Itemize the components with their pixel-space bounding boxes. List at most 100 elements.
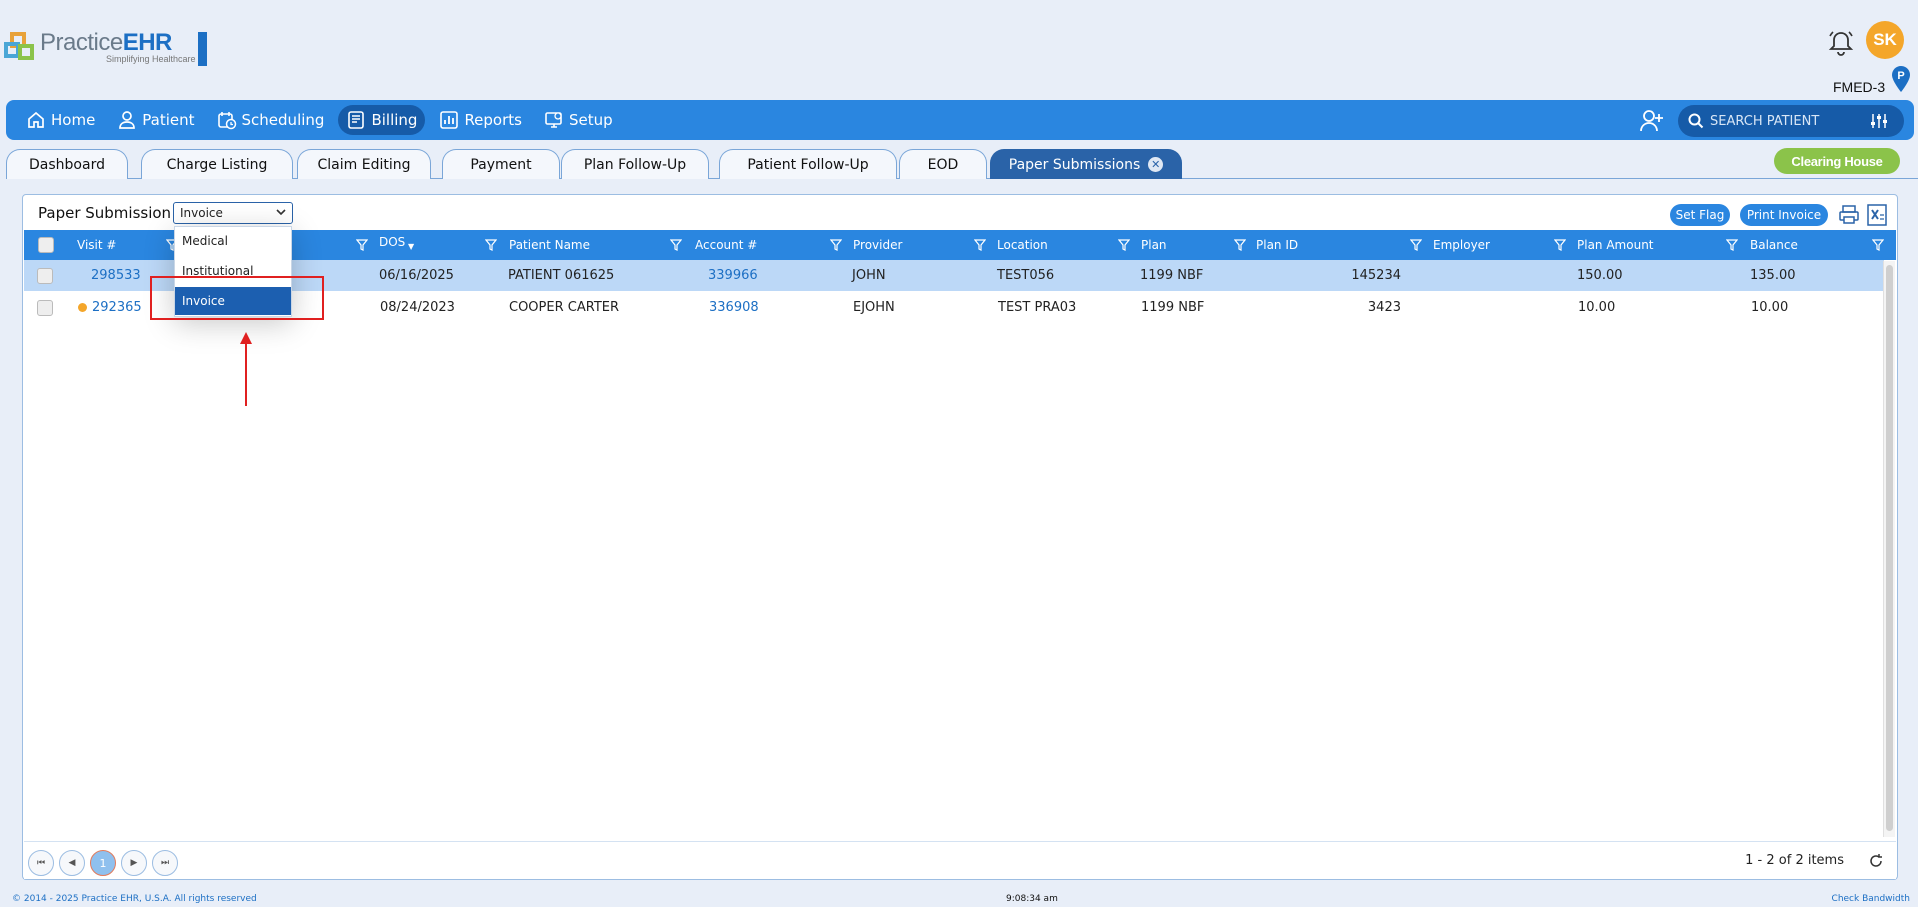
account-link[interactable]: 339966 xyxy=(708,260,758,291)
col-location[interactable]: Location xyxy=(997,230,1048,260)
set-flag-button[interactable]: Set Flag xyxy=(1670,204,1730,226)
balance-cell: 135.00 xyxy=(1750,268,1796,283)
patient-name-cell: COOPER CARTER xyxy=(509,300,620,315)
balance-cell: 10.00 xyxy=(1751,300,1789,315)
excel-export-icon[interactable] xyxy=(1865,203,1889,227)
scrollbar-thumb[interactable] xyxy=(1886,265,1893,831)
tab-patient-follow-up[interactable]: Patient Follow-Up xyxy=(719,149,897,179)
tab-payment[interactable]: Payment xyxy=(442,149,560,179)
nav-scheduling[interactable]: Scheduling xyxy=(209,105,333,135)
close-tab-icon[interactable]: ✕ xyxy=(1148,157,1164,172)
nav-home-label: Home xyxy=(51,111,96,129)
account-link[interactable]: 336908 xyxy=(709,292,759,323)
add-user-icon[interactable] xyxy=(1638,107,1666,135)
nav-setup[interactable]: Setup xyxy=(536,105,621,135)
brand-name-bold: EHR xyxy=(122,29,173,56)
filter-icon[interactable] xyxy=(356,239,368,251)
row-checkbox[interactable] xyxy=(37,300,53,316)
notification-bell-icon[interactable] xyxy=(1826,28,1856,58)
filter-icon[interactable] xyxy=(974,239,986,251)
form-type-value: Invoice xyxy=(180,206,223,220)
col-balance[interactable]: Balance xyxy=(1750,230,1798,260)
search-patient-input[interactable] xyxy=(1710,113,1870,129)
tab-dashboard[interactable]: Dashboard xyxy=(6,149,128,179)
pager-info: 1 - 2 of 2 items xyxy=(1745,853,1844,868)
clock-text: 9:08:34 am xyxy=(1006,894,1058,904)
location-pin-icon[interactable]: P xyxy=(1892,66,1910,92)
sort-down-icon: ▼ xyxy=(408,241,415,251)
first-page-button[interactable]: ⏮ xyxy=(28,850,54,876)
filter-icon[interactable] xyxy=(1410,239,1422,251)
col-employer[interactable]: Employer xyxy=(1433,230,1490,260)
filter-icon[interactable] xyxy=(1234,239,1246,251)
calendar-clock-icon xyxy=(217,112,236,130)
location-cell: TEST PRA03 xyxy=(998,300,1077,315)
col-provider[interactable]: Provider xyxy=(853,230,902,260)
nav-reports[interactable]: Reports xyxy=(431,105,530,135)
provider-cell: EJOHN xyxy=(853,300,895,315)
col-account[interactable]: Account # xyxy=(695,230,757,260)
up-arrow-icon xyxy=(240,332,252,406)
tab-charge-listing[interactable]: Charge Listing xyxy=(141,149,293,179)
next-page-button[interactable]: ▶ xyxy=(121,850,147,876)
filter-icon[interactable] xyxy=(485,239,497,251)
col-patient-name[interactable]: Patient Name xyxy=(509,230,590,260)
chevron-down-icon xyxy=(276,209,286,216)
home-icon xyxy=(28,111,44,128)
tab-claim-editing[interactable]: Claim Editing xyxy=(297,149,431,179)
col-plan-id[interactable]: Plan ID xyxy=(1256,230,1298,260)
search-icon xyxy=(1688,113,1704,129)
clearing-house-button[interactable]: Clearing House xyxy=(1774,148,1900,174)
flag-dot-icon xyxy=(78,303,87,312)
location-cell: TEST056 xyxy=(997,268,1055,283)
form-type-select[interactable]: Invoice xyxy=(173,202,293,224)
facility-code[interactable]: FMED-3 xyxy=(1833,79,1885,95)
nav-billing[interactable]: Billing xyxy=(338,105,426,135)
plan-amount-cell: 150.00 xyxy=(1577,268,1623,283)
billing-tabs: Dashboard Charge Listing Claim Editing P… xyxy=(6,149,1918,179)
print-invoice-button[interactable]: Print Invoice xyxy=(1740,204,1828,226)
visit-link[interactable]: 298533 xyxy=(91,260,141,291)
row-checkbox[interactable] xyxy=(37,268,53,284)
plan-cell: 1199 NBF xyxy=(1141,300,1205,315)
filter-sliders-icon[interactable] xyxy=(1870,113,1888,129)
filter-icon[interactable] xyxy=(1554,239,1566,251)
nav-patient-label: Patient xyxy=(142,111,195,129)
search-patient-box[interactable] xyxy=(1678,105,1904,137)
plan-id-cell: 3423 xyxy=(1367,300,1401,315)
nav-reports-label: Reports xyxy=(464,111,522,129)
filter-icon[interactable] xyxy=(1726,239,1738,251)
nav-patient[interactable]: Patient xyxy=(109,105,202,135)
vertical-scrollbar[interactable] xyxy=(1883,261,1895,837)
tab-eod[interactable]: EOD xyxy=(899,149,987,179)
col-plan[interactable]: Plan xyxy=(1141,230,1167,260)
monitor-gear-icon xyxy=(545,112,562,128)
practice-ehr-logo[interactable]: PracticeEHR Simplifying Healthcare xyxy=(4,30,207,70)
filter-icon[interactable] xyxy=(830,239,842,251)
logo-tag xyxy=(197,32,207,66)
plan-amount-cell: 10.00 xyxy=(1578,300,1616,315)
patient-name-cell: PATIENT 061625 xyxy=(508,268,615,283)
current-page-button[interactable]: 1 xyxy=(90,850,116,876)
user-avatar[interactable]: SK xyxy=(1866,21,1904,59)
col-dos[interactable]: DOS xyxy=(379,227,405,257)
tab-paper-submissions[interactable]: Paper Submissions ✕ xyxy=(990,149,1182,179)
select-all-checkbox[interactable] xyxy=(38,237,54,253)
filter-icon[interactable] xyxy=(1872,239,1884,251)
filter-icon[interactable] xyxy=(670,239,682,251)
col-visit[interactable]: Visit # xyxy=(77,230,116,260)
refresh-icon[interactable] xyxy=(1868,853,1884,869)
grid-pager: ⏮ ◀ 1 ▶ ⏭ 1 - 2 of 2 items xyxy=(24,841,1896,879)
tab-plan-follow-up[interactable]: Plan Follow-Up xyxy=(561,149,709,179)
option-medical[interactable]: Medical xyxy=(175,227,291,255)
check-bandwidth-link[interactable]: Check Bandwidth xyxy=(1832,894,1910,904)
dos-cell: 06/16/2025 xyxy=(379,268,454,283)
dos-cell: 08/24/2023 xyxy=(380,300,455,315)
last-page-button[interactable]: ⏭ xyxy=(152,850,178,876)
nav-home[interactable]: Home xyxy=(18,105,103,135)
print-icon[interactable] xyxy=(1837,203,1861,227)
col-plan-amount[interactable]: Plan Amount xyxy=(1577,230,1654,260)
filter-icon[interactable] xyxy=(1118,239,1130,251)
visit-link[interactable]: 292365 xyxy=(92,300,142,315)
prev-page-button[interactable]: ◀ xyxy=(59,850,85,876)
